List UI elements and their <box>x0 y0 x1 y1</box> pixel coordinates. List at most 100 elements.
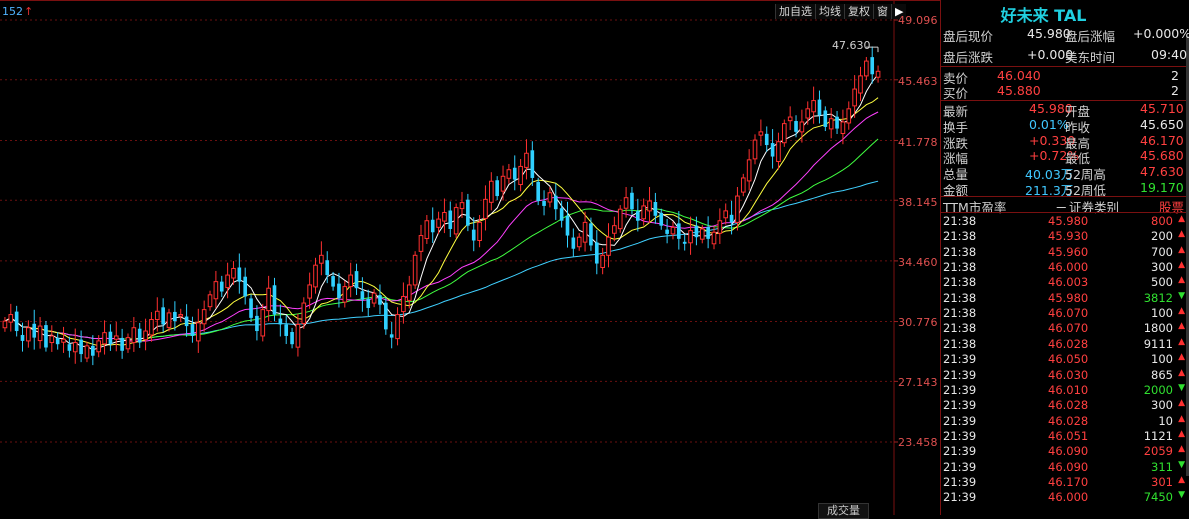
stat-value: 45.650 <box>1140 116 1184 132</box>
candle-body <box>337 283 341 299</box>
bid-row: 买价 45.880 2 <box>943 83 1183 101</box>
candle-body <box>249 298 253 318</box>
candle-body <box>846 108 852 124</box>
candle-body <box>565 215 570 236</box>
up-arrow-icon: ↑ <box>24 5 34 18</box>
add-watchlist-button[interactable]: 加自选 <box>775 4 815 19</box>
kline-chart[interactable] <box>0 0 940 515</box>
candle-body <box>436 218 441 228</box>
trade-tick-row: 21:39 46.050 100 ▲ <box>943 352 1185 367</box>
y-tick-label: 27.143 <box>898 376 938 389</box>
candle-body <box>576 236 582 248</box>
candle-body <box>313 264 318 288</box>
stat-value: 47.630 <box>1140 164 1184 180</box>
tick-price: 45.980 <box>1048 214 1089 228</box>
candle-body <box>776 141 781 162</box>
eastern-time: 09:40 <box>1151 47 1188 62</box>
candle-body <box>278 318 283 325</box>
arrow-up-icon: ▲ <box>1178 229 1185 240</box>
arrow-up-icon: ▲ <box>1178 413 1185 424</box>
candle-body <box>571 237 576 249</box>
candle-body <box>536 181 541 201</box>
trade-tick-row: 21:38 45.930 200 ▲ <box>943 229 1185 244</box>
adjust-price-button[interactable]: 复权 <box>844 4 873 19</box>
candle-body <box>149 319 154 336</box>
candle-body <box>483 198 488 219</box>
candle-body <box>682 241 687 244</box>
trade-tick-row: 21:39 46.090 311 ▼ <box>943 460 1185 475</box>
tick-time: 21:38 <box>943 290 977 305</box>
candle-body <box>137 328 142 343</box>
candle-body <box>594 242 599 264</box>
tick-volume: 200 <box>1151 229 1173 244</box>
arrow-up-icon: ▲ <box>1178 260 1185 271</box>
stat-value: 45.680 <box>1140 148 1184 164</box>
candle-body <box>559 208 564 221</box>
candle-body <box>178 314 184 317</box>
tick-volume: 300 <box>1151 398 1173 413</box>
arrow-up-icon: ▲ <box>1178 428 1185 439</box>
candle-body <box>243 276 248 297</box>
trade-tick-row: 21:39 46.010 2000 ▼ <box>943 383 1185 398</box>
tick-volume: 500 <box>1151 275 1173 290</box>
candle-body <box>459 202 465 210</box>
tick-price: 45.930 <box>1048 229 1089 244</box>
candle-body <box>154 310 160 321</box>
tick-price: 46.050 <box>1048 352 1089 367</box>
y-tick-label: 49.096 <box>898 14 938 27</box>
candle-body <box>430 219 435 233</box>
candle-body <box>406 284 412 301</box>
stat-value: 19.170 <box>1140 180 1184 195</box>
candle-body <box>418 235 424 252</box>
candle-body <box>840 121 846 135</box>
candle-body <box>495 180 499 197</box>
tick-time: 21:38 <box>943 260 977 275</box>
candle-body <box>635 211 640 221</box>
candle-body <box>8 314 14 323</box>
tick-time: 21:38 <box>943 275 977 290</box>
candle-body <box>530 150 535 178</box>
kline-chart-area[interactable]: 152↑ 加自选 均线 复权 窗 ▶ 49.096 45.463 41.778 … <box>0 0 940 519</box>
candle-body <box>20 334 25 341</box>
stat-value: 46.170 <box>1140 132 1184 148</box>
arrow-up-icon: ▲ <box>1178 214 1185 224</box>
candle-body <box>55 337 60 345</box>
candle-body <box>113 335 119 340</box>
candle-body <box>589 223 593 246</box>
moving-average-button[interactable]: 均线 <box>815 4 844 19</box>
candle-body <box>14 311 19 332</box>
candle-body <box>764 133 769 146</box>
window-button[interactable]: 窗 <box>873 4 891 19</box>
candle-body <box>366 298 371 308</box>
candle-body <box>600 254 605 268</box>
candle-body <box>84 345 90 359</box>
candle-body <box>817 99 822 116</box>
divider <box>941 212 1186 213</box>
candle-body <box>61 338 66 343</box>
tick-price: 46.000 <box>1048 260 1089 275</box>
candle-body <box>864 60 869 77</box>
candle-body <box>67 344 72 351</box>
candle-body <box>717 220 723 234</box>
period-indicator[interactable]: 152↑ <box>2 5 33 18</box>
period-high-label: 47.630 <box>832 39 871 53</box>
stock-title: 好未来 TAL <box>1000 6 1087 25</box>
volume-tab[interactable]: 成交量 <box>818 503 869 519</box>
candle-body <box>875 70 881 78</box>
candle-body <box>173 311 177 322</box>
tick-time: 21:39 <box>943 474 977 489</box>
candle-body <box>553 195 558 210</box>
trade-tick-row: 21:39 46.028 300 ▲ <box>943 398 1185 413</box>
tick-price: 45.980 <box>1048 290 1089 305</box>
tick-price: 46.028 <box>1048 413 1089 428</box>
arrow-up-icon: ▲ <box>1178 398 1185 409</box>
tick-price: 46.090 <box>1048 459 1089 474</box>
candle-body <box>828 118 834 130</box>
arrow-down-icon: ▼ <box>1178 290 1185 301</box>
candle-body <box>342 286 348 303</box>
candle-body <box>471 229 476 241</box>
candle-body <box>260 309 266 337</box>
tick-volume: 2000 <box>1143 382 1173 397</box>
y-tick-label: 23.458 <box>898 436 938 449</box>
candle-body <box>729 214 734 223</box>
